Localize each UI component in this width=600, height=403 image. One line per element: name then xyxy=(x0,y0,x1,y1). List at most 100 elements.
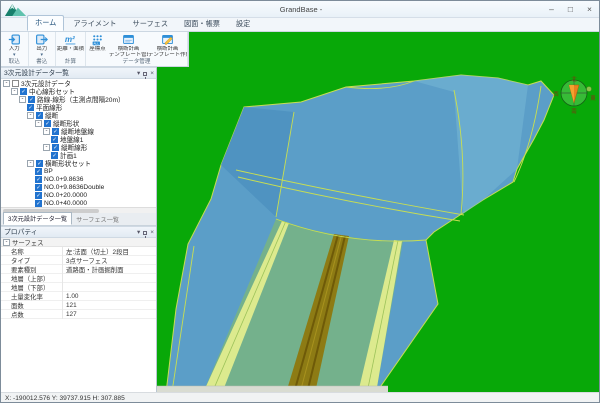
tree-item-3次元設計データ[interactable]: -3次元設計データ xyxy=(1,79,156,87)
template-create-icon xyxy=(161,33,174,46)
collapse-icon[interactable]: - xyxy=(43,128,50,135)
tree-item-NO.0+40.0000[interactable]: ✓NO.0+40.0000 xyxy=(1,199,156,207)
property-label: 点数 xyxy=(1,310,63,319)
properties-title: プロパティ xyxy=(4,229,38,236)
property-value: 1.00 xyxy=(63,293,156,300)
properties-title-bar: プロパティ ▾ × xyxy=(1,226,156,238)
collapse-icon[interactable]: - xyxy=(3,239,10,246)
design-data-tree: -3次元設計データ-✓中心線形セット-✓路線-線形（主測点間隔20m）✓平面線形… xyxy=(1,79,156,207)
tree-checkbox[interactable]: ✓ xyxy=(35,200,42,207)
collapse-icon[interactable]: - xyxy=(27,160,34,167)
compass-label-south: 南 xyxy=(571,107,577,115)
tree-checkbox[interactable]: ✓ xyxy=(28,96,35,103)
tree-item-label: NO.0+20.0000 xyxy=(44,192,87,199)
ribbon-group-データ管理: ALL座標点 横断計画テンプレート管理横断計画テンプレート作成データ管理 xyxy=(86,32,188,66)
tree-checkbox[interactable]: ✓ xyxy=(35,168,42,175)
panel-tab-3次元設計データ一覧[interactable]: 3次元設計データ一覧 xyxy=(3,212,72,225)
minimize-button[interactable]: – xyxy=(542,1,561,17)
ribbon-group-書込: 出力▾書込 xyxy=(29,32,57,66)
ribbon-tab-ホーム[interactable]: ホーム xyxy=(27,15,64,31)
points-icon: ALL xyxy=(91,33,104,46)
panel-close-icon[interactable]: × xyxy=(150,70,154,78)
tree-item-NO.0+20.0000[interactable]: ✓NO.0+20.0000 xyxy=(1,191,156,199)
application-window: GrandBase - – □ × ホームアライメントサーフェス図面・帳票設定 xyxy=(0,0,600,403)
collapse-icon[interactable]: - xyxy=(19,96,26,103)
ribbon-button-label2 xyxy=(97,52,99,58)
viewport-3d[interactable]: 北 南 西 東 xyxy=(157,32,600,392)
tree-item-平面線形[interactable]: ✓平面線形 xyxy=(1,103,156,111)
compass-label-north: 北 xyxy=(571,75,577,83)
collapse-icon[interactable]: - xyxy=(43,144,50,151)
ribbon-tab-row: ホームアライメントサーフェス図面・帳票設定 xyxy=(1,18,600,32)
property-label: 面数 xyxy=(1,301,63,310)
property-row-点数[interactable]: 点数127 xyxy=(1,310,156,319)
tree-item-縦断線形[interactable]: -✓縦断線形 xyxy=(1,143,156,151)
panel-close-icon[interactable]: × xyxy=(150,229,154,237)
compass-ball xyxy=(587,87,592,92)
ribbon-tab-サーフェス[interactable]: サーフェス xyxy=(126,17,176,31)
tree-checkbox[interactable]: ✓ xyxy=(52,144,59,151)
collapse-icon[interactable]: - xyxy=(35,120,42,127)
ribbon-tab-設定[interactable]: 設定 xyxy=(229,17,257,31)
collapse-icon[interactable]: - xyxy=(3,80,10,87)
window-title: GrandBase - xyxy=(1,5,600,14)
cursor-coordinates: X: -190012.576 Y: 39737.915 H: 307.885 xyxy=(5,395,125,402)
tree-item-横断形状セット[interactable]: -✓横断形状セット xyxy=(1,159,156,167)
ribbon-group-計算: m²距離・面積 計算 xyxy=(56,32,86,66)
ribbon-group-label: 計算 xyxy=(56,59,85,66)
tree-item-label: 横断形状セット xyxy=(45,158,91,168)
property-value: 127 xyxy=(63,311,156,318)
close-button[interactable]: × xyxy=(580,1,599,17)
tree-item-label: NO.0+40.0000 xyxy=(44,200,87,207)
tree-item-label: NO.0+9.8636Double xyxy=(44,184,104,191)
tree-checkbox[interactable]: ✓ xyxy=(36,160,43,167)
pin-icon[interactable] xyxy=(143,72,147,76)
tree-checkbox[interactable]: ✓ xyxy=(44,120,51,127)
ribbon-group-label: 書込 xyxy=(29,59,56,66)
tree-item-BP[interactable]: ✓BP xyxy=(1,167,156,175)
tree-item-NO.0+9.8636Double[interactable]: ✓NO.0+9.8636Double xyxy=(1,183,156,191)
tree-checkbox[interactable]: ✓ xyxy=(35,192,42,199)
design-panel-title-bar: 3次元設計データ一覧 ▾ × xyxy=(1,67,156,79)
tree-checkbox[interactable]: ✓ xyxy=(36,112,43,119)
ribbon-tab-アライメント[interactable]: アライメント xyxy=(66,17,123,31)
panel-tab-サーフェス一覧[interactable]: サーフェス一覧 xyxy=(72,214,123,225)
tree-item-路線-線形（主測点間隔20m）[interactable]: -✓路線-線形（主測点間隔20m） xyxy=(1,95,156,103)
tree-checkbox[interactable]: ✓ xyxy=(35,184,42,191)
properties-grid: -サーフェス名称左:法面（切土）2段目タイプ3点サーフェス要素種別道路面・計画掘… xyxy=(1,238,156,319)
svg-text:m²: m² xyxy=(65,35,75,44)
svg-text:ALL: ALL xyxy=(93,42,99,46)
collapse-icon[interactable]: - xyxy=(11,88,18,95)
tree-item-label: NO.0+9.8636 xyxy=(44,176,83,183)
pin-icon[interactable] xyxy=(143,231,147,235)
left-dock-panel: 3次元設計データ一覧 ▾ × -3次元設計データ-✓中心線形セット-✓路線-線形… xyxy=(1,67,157,392)
measure-icon: m² xyxy=(64,33,77,46)
collapse-icon[interactable]: - xyxy=(27,112,34,119)
ribbon-tab-図面・帳票[interactable]: 図面・帳票 xyxy=(177,17,227,31)
tree-checkbox[interactable]: ✓ xyxy=(52,128,59,135)
maximize-button[interactable]: □ xyxy=(561,1,580,17)
chevron-down-icon: ▾ xyxy=(40,52,43,58)
property-value: 3点サーフェス xyxy=(63,256,156,265)
ribbon-group-label: データ管理 xyxy=(86,59,187,66)
compass-label-west: 西 xyxy=(553,91,559,98)
tree-checkbox[interactable]: ✓ xyxy=(35,176,42,183)
ribbon-button-label2: テンプレート管理 xyxy=(109,52,148,58)
panel-menu-icon[interactable]: ▾ xyxy=(137,70,140,78)
property-value: 左:法面（切土）2段目 xyxy=(63,247,156,256)
tree-checkbox[interactable]: ✓ xyxy=(51,136,58,143)
tree-checkbox[interactable] xyxy=(12,80,19,87)
ribbon-group-label: 取込 xyxy=(1,59,28,66)
tree-checkbox[interactable]: ✓ xyxy=(27,104,34,111)
tree-item-label: BP xyxy=(44,168,53,175)
property-category-label: サーフェス xyxy=(12,238,44,247)
tree-checkbox[interactable]: ✓ xyxy=(20,88,27,95)
property-label: 名称 xyxy=(1,247,63,256)
tree-item-NO.0+9.8636[interactable]: ✓NO.0+9.8636 xyxy=(1,175,156,183)
design-panel-title: 3次元設計データ一覧 xyxy=(4,70,69,77)
panel-menu-icon[interactable]: ▾ xyxy=(137,229,140,237)
export-icon xyxy=(35,33,48,46)
panel-tab-bar: 3次元設計データ一覧サーフェス一覧 xyxy=(1,213,156,226)
ribbon-button-label2: テンプレート作成 xyxy=(148,52,187,58)
chevron-down-icon: ▾ xyxy=(13,52,16,58)
